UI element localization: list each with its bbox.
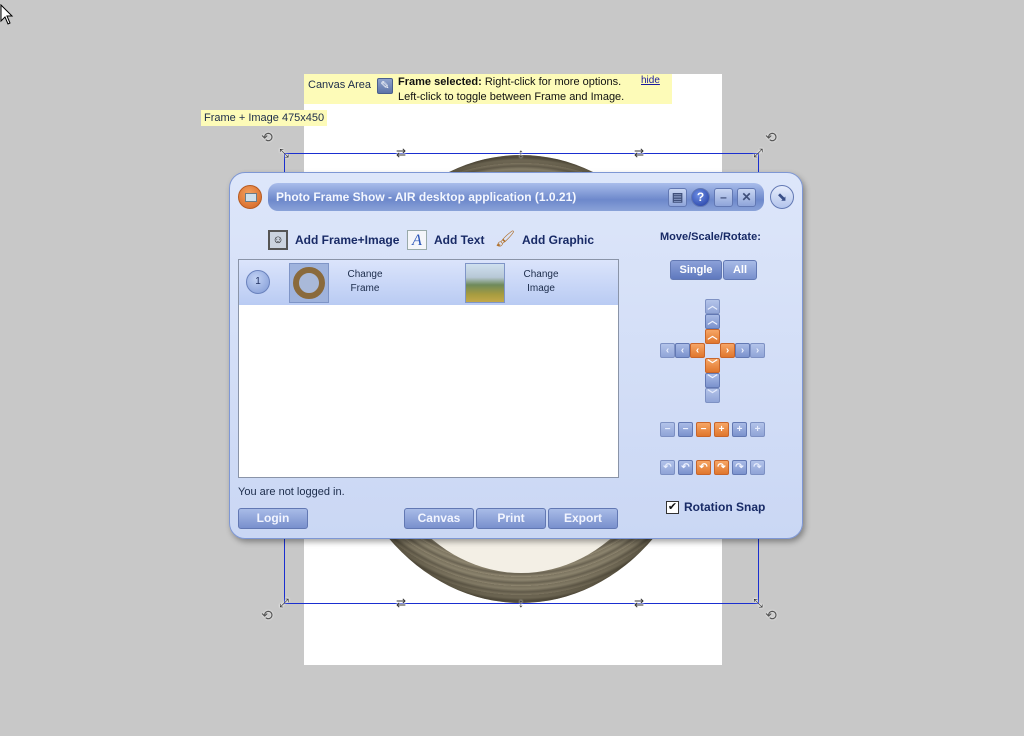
rotate-right-small-button[interactable]: ↷	[714, 460, 729, 475]
title-bar[interactable]: Photo Frame Show - AIR desktop applicati…	[268, 183, 764, 211]
zoom-in-medium-button[interactable]: +	[732, 422, 747, 437]
rotate-handle-top-left-icon[interactable]: ⟲	[259, 129, 275, 145]
export-button[interactable]: Export	[548, 508, 618, 529]
frame-size-label: Frame + Image 475x450	[201, 110, 328, 126]
zoom-in-large-button[interactable]: +	[750, 422, 765, 437]
expand-icon[interactable]: ⬊	[770, 185, 794, 209]
rotate-left-small-button[interactable]: ↶	[696, 460, 711, 475]
zoom-in-small-button[interactable]: +	[714, 422, 729, 437]
rotate-right-medium-button[interactable]: ↷	[732, 460, 747, 475]
selection-message: Frame selected: Right-click for more opt…	[398, 75, 638, 105]
move-left-medium-button[interactable]: ‹	[675, 343, 690, 358]
rotate-left-large-button[interactable]: ↶	[660, 460, 675, 475]
rotate-right-large-button[interactable]: ↷	[750, 460, 765, 475]
move-right-small-button[interactable]: ›	[720, 343, 735, 358]
zoom-out-small-button[interactable]: −	[696, 422, 711, 437]
rotate-left-medium-button[interactable]: ↶	[678, 460, 693, 475]
single-mode-button[interactable]: Single	[670, 260, 722, 280]
add-graphic-label: Add Graphic	[522, 233, 595, 247]
text-icon: A	[407, 230, 427, 250]
add-frame-image-label: Add Frame+Image	[295, 233, 400, 247]
rotate-handle-bottom-left-icon[interactable]: ⟲	[259, 607, 275, 623]
rotation-snap-checkbox[interactable]: ✔ Rotation Snap	[666, 500, 765, 514]
add-frame-image-button[interactable]: ☺ Add Frame+Image	[268, 229, 399, 251]
move-up-medium-button[interactable]: ︿	[705, 314, 720, 329]
resize-handle-top-left[interactable]: ⤡	[277, 146, 291, 160]
all-mode-button[interactable]: All	[723, 260, 757, 280]
move-left-far-button[interactable]: ‹	[660, 343, 675, 358]
item-list[interactable]: 1 Change Frame Change Image	[238, 259, 619, 478]
zoom-out-medium-button[interactable]: −	[678, 422, 693, 437]
move-scale-rotate-label: Move/Scale/Rotate:	[660, 231, 761, 243]
change-image-link[interactable]: Change Image	[506, 268, 576, 296]
paintbrush-icon: 🖌	[495, 231, 516, 248]
pin-icon[interactable]: ✎	[377, 78, 393, 94]
mouse-cursor-icon	[0, 4, 14, 25]
rotate-handle-top-right-icon[interactable]: ⟲	[763, 129, 779, 145]
app-logo-icon	[238, 185, 262, 209]
add-text-button[interactable]: A Add Text	[407, 229, 484, 251]
help-icon[interactable]: ?	[691, 188, 710, 207]
resize-handle-bottom-left[interactable]: ⤢	[277, 596, 291, 610]
rotate-handle-bottom-right-icon[interactable]: ⟲	[763, 607, 779, 623]
resize-handle-bottom-left-mid[interactable]: ⇄	[394, 596, 408, 610]
move-down-far-button[interactable]: ﹀	[705, 388, 720, 403]
move-down-small-button[interactable]: ﹀	[705, 358, 720, 373]
frame-thumbnail[interactable]	[289, 263, 329, 303]
zoom-out-large-button[interactable]: −	[660, 422, 675, 437]
resize-handle-top[interactable]: ↕	[514, 146, 528, 160]
resize-handle-bottom-right-mid[interactable]: ⇄	[632, 596, 646, 610]
row-number-badge: 1	[246, 270, 270, 294]
list-item[interactable]: 1 Change Frame Change Image	[239, 260, 618, 305]
login-button[interactable]: Login	[238, 508, 308, 529]
message-title: Frame selected:	[398, 76, 482, 88]
move-up-far-button[interactable]: ︿	[705, 299, 720, 314]
move-right-far-button[interactable]: ›	[750, 343, 765, 358]
change-frame-link[interactable]: Change Frame	[330, 268, 400, 296]
hide-link[interactable]: hide	[641, 75, 660, 86]
add-graphic-button[interactable]: 🖌 Add Graphic	[495, 229, 594, 251]
canvas-area-label: Canvas Area	[308, 79, 371, 91]
print-button[interactable]: Print	[476, 508, 546, 529]
frame-portrait-icon: ☺	[268, 230, 288, 250]
move-left-small-button[interactable]: ‹	[690, 343, 705, 358]
close-icon[interactable]: ✕	[737, 188, 756, 207]
login-status: You are not logged in.	[238, 486, 345, 498]
message-line2: Left-click to toggle between Frame and I…	[398, 91, 625, 103]
minimize-icon[interactable]: –	[714, 188, 733, 207]
app-window: Photo Frame Show - AIR desktop applicati…	[229, 172, 803, 539]
window-title: Photo Frame Show - AIR desktop applicati…	[276, 190, 577, 204]
resize-handle-bottom[interactable]: ↕	[514, 596, 528, 610]
move-down-medium-button[interactable]: ﹀	[705, 373, 720, 388]
add-text-label: Add Text	[434, 233, 485, 247]
rotation-snap-label: Rotation Snap	[684, 500, 766, 514]
move-up-small-button[interactable]: ︿	[705, 329, 720, 344]
move-right-medium-button[interactable]: ›	[735, 343, 750, 358]
resize-handle-top-right-mid[interactable]: ⇄	[632, 146, 646, 160]
image-thumbnail[interactable]	[465, 263, 505, 303]
resize-handle-top-right[interactable]: ⤢	[751, 146, 765, 160]
canvas-button[interactable]: Canvas	[404, 508, 474, 529]
resize-handle-top-left-mid[interactable]: ⇄	[394, 146, 408, 160]
message-line1: Right-click for more options.	[484, 76, 622, 88]
checkbox-checked-icon[interactable]: ✔	[666, 500, 679, 514]
chat-icon[interactable]: ▤	[668, 188, 687, 207]
